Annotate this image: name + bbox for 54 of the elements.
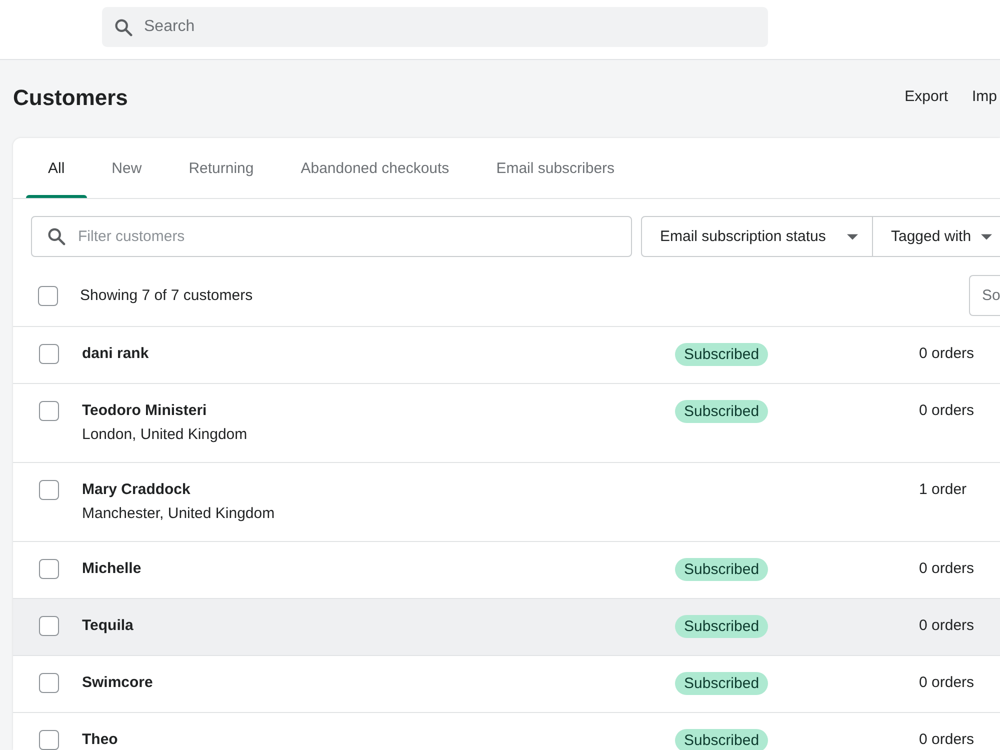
customer-count: Showing 7 of 7 customers [80, 287, 253, 304]
status-badge: Subscribed [675, 343, 768, 366]
action-button[interactable]: Export [904, 86, 948, 108]
sort-button[interactable]: So [969, 275, 1000, 316]
checkbox[interactable] [39, 344, 59, 364]
customer-name: Tequila [82, 616, 134, 636]
filter-button[interactable]: Tagged with [873, 216, 1000, 257]
tab[interactable]: New [90, 138, 164, 198]
customer-name: Michelle [82, 559, 142, 579]
checkbox[interactable] [39, 401, 59, 421]
checkbox[interactable] [39, 730, 59, 750]
caret-icon [847, 234, 858, 240]
table-row[interactable]: Theo Subscribed 0 orders [13, 713, 1000, 750]
order-count: 0 orders [919, 344, 974, 364]
order-count: 0 orders [919, 730, 974, 750]
status-badge: Subscribed [675, 672, 768, 695]
tab[interactable]: Returning [166, 138, 276, 198]
customer-location: London, United Kingdom [82, 425, 248, 445]
search-icon [47, 227, 66, 246]
status-badge: Subscribed [675, 400, 768, 423]
checkbox[interactable] [39, 616, 59, 636]
tab[interactable]: All [26, 138, 87, 198]
customer-location: Manchester, United Kingdom [82, 504, 275, 524]
table-row[interactable]: Tequila Subscribed 0 orders [13, 599, 1000, 656]
order-count: 0 orders [919, 559, 974, 579]
page-title: Customers [13, 85, 128, 111]
customer-name: Teodoro Ministeri [82, 401, 207, 421]
search-field[interactable]: Search [102, 7, 768, 47]
table-row[interactable]: Michelle Subscribed 0 orders [13, 542, 1000, 599]
checkbox[interactable] [39, 673, 59, 693]
checkbox[interactable] [38, 286, 58, 306]
filter-button[interactable]: Email subscription status [641, 216, 873, 257]
status-badge: Subscribed [675, 558, 768, 581]
search-icon [114, 18, 133, 36]
table-row[interactable]: Teodoro Ministeri London, United Kingdom Subscribed 0 orders [13, 384, 1000, 463]
customer-name: Theo [82, 730, 118, 750]
order-count: 0 orders [919, 401, 974, 421]
order-count: 0 orders [919, 673, 974, 693]
tab[interactable]: Abandoned checkouts [278, 138, 472, 198]
table-row[interactable]: dani rank Subscribed 0 orders [13, 327, 1000, 384]
status-badge: Subscribed [675, 615, 768, 638]
status-badge: Subscribed [675, 729, 768, 750]
tab[interactable]: Email subscribers [474, 138, 637, 198]
table-row[interactable]: Swimcore Subscribed 0 orders [13, 656, 1000, 713]
order-count: 0 orders [919, 616, 974, 636]
customer-name: dani rank [82, 344, 149, 364]
checkbox[interactable] [39, 559, 59, 579]
table-row[interactable]: Mary Craddock Manchester, United Kingdom 1 order [13, 463, 1000, 542]
checkbox[interactable] [39, 480, 59, 500]
action-button[interactable]: Imp [972, 86, 1000, 108]
customer-name: Mary Craddock [82, 480, 190, 500]
order-count: 1 order [919, 480, 967, 500]
caret-icon [981, 234, 992, 240]
customer-name: Swimcore [82, 673, 153, 693]
